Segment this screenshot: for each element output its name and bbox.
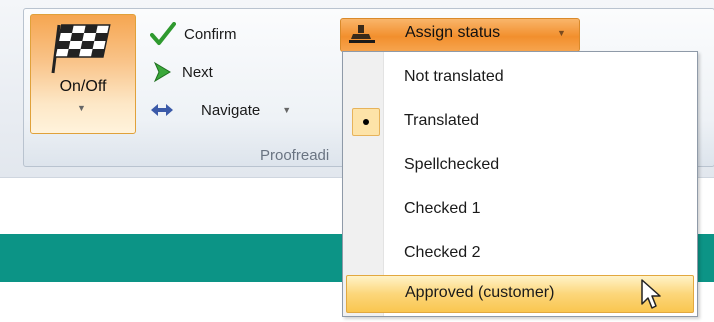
assign-status-button[interactable]: Assign status ▼	[340, 18, 580, 52]
next-button[interactable]: Next	[152, 61, 213, 83]
confirm-label: Confirm	[184, 25, 237, 43]
menu-item-label: Checked 2	[404, 244, 481, 261]
chevron-down-icon[interactable]: ▼	[282, 105, 291, 115]
checkered-flag-icon	[49, 19, 119, 79]
menu-item-checked-2[interactable]: Checked 2	[343, 232, 697, 276]
navigate-arrows-icon	[149, 100, 175, 120]
menu-item-label: Translated	[404, 112, 479, 129]
navigate-button[interactable]: Navigate ▼	[149, 100, 291, 120]
assign-status-label: Assign status	[405, 24, 501, 41]
menu-item-label: Checked 1	[404, 200, 481, 217]
on-off-label: On/Off	[59, 78, 107, 95]
menu-item-not-translated[interactable]: Not translated	[343, 56, 697, 100]
menu-item-checked-1[interactable]: Checked 1	[343, 188, 697, 232]
confirm-button[interactable]: Confirm	[150, 22, 237, 46]
menu-item-label: Not translated	[404, 68, 504, 85]
stamp-icon	[347, 22, 377, 52]
menu-item-spellchecked[interactable]: Spellchecked	[343, 144, 697, 188]
chevron-down-icon[interactable]: ▼	[557, 28, 566, 38]
navigate-label: Navigate	[201, 101, 261, 119]
selected-bullet-icon	[352, 108, 380, 136]
next-arrow-icon	[152, 61, 174, 83]
menu-item-translated[interactable]: Translated	[343, 100, 697, 144]
next-label: Next	[182, 63, 213, 81]
ribbon-group-label: Proofreadi	[260, 147, 330, 164]
checkmark-icon	[150, 22, 176, 46]
menu-item-label: Approved (customer)	[405, 284, 555, 301]
mouse-cursor-icon	[640, 278, 662, 314]
menu-item-label: Spellchecked	[404, 156, 500, 173]
on-off-button[interactable]: On/Off ▼	[30, 14, 136, 134]
chevron-down-icon: ▼	[77, 103, 86, 113]
